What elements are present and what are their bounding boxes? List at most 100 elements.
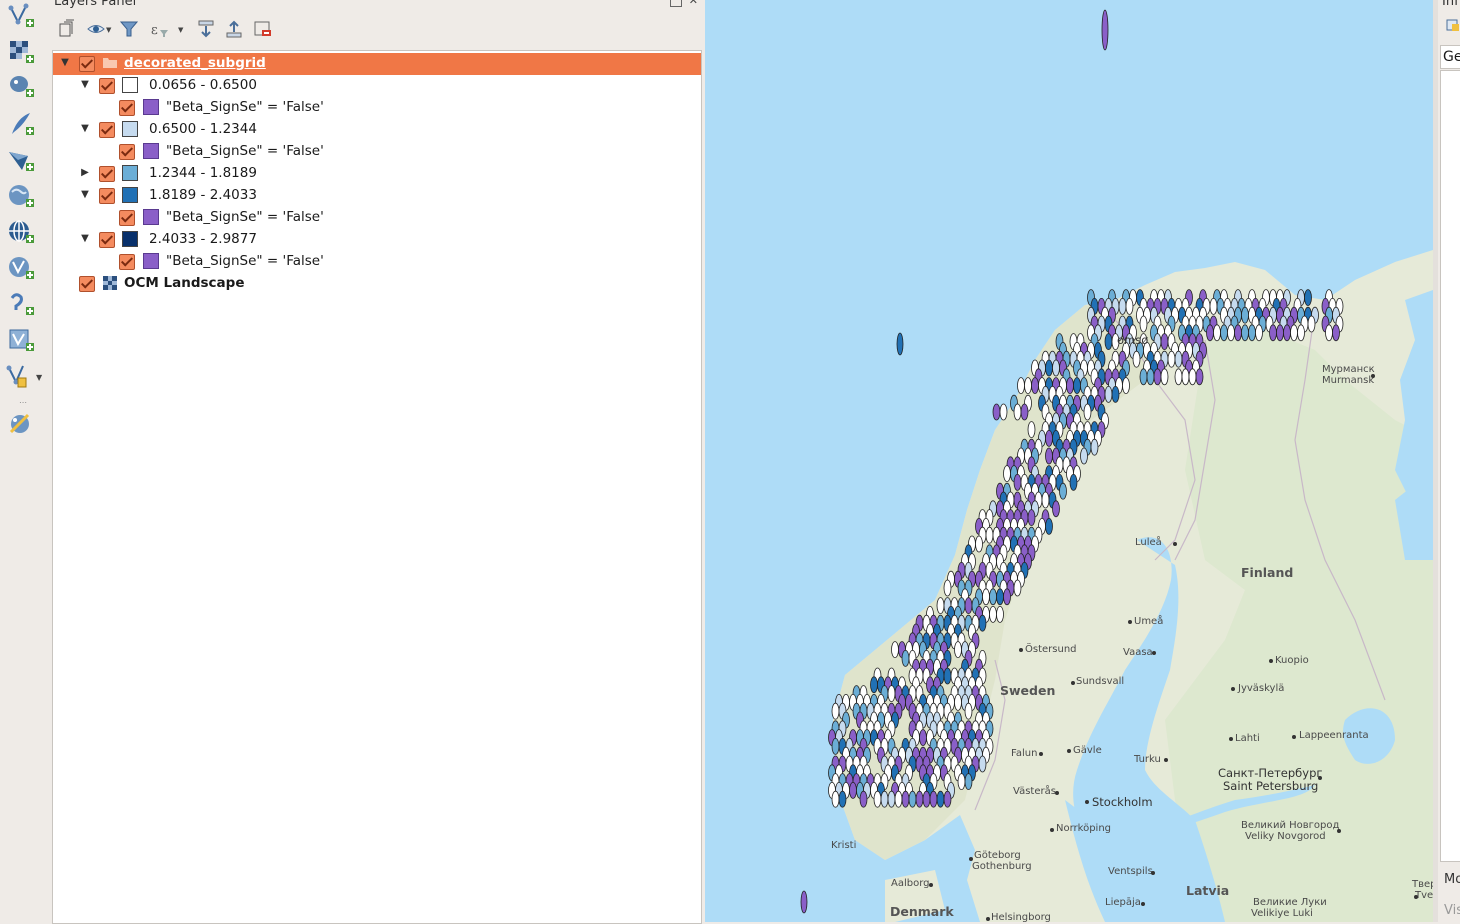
grid-cell (1209, 297, 1218, 315)
add-wfs-layer-icon[interactable] (6, 254, 36, 282)
class-range-label: 2.4033 - 2.9877 (149, 231, 257, 247)
layer-group-icon (103, 58, 117, 68)
grid-cell (982, 588, 990, 606)
city-dot (1128, 620, 1132, 624)
rule-label: "Beta_SignSe" = 'False' (166, 253, 324, 269)
rule-visibility-checkbox[interactable] (119, 210, 135, 226)
rule-row[interactable]: "Beta_SignSe" = 'False' (53, 141, 701, 163)
identify-view-label: Vis (1444, 903, 1460, 918)
remove-layer-icon[interactable] (252, 18, 274, 40)
basemap-layer-row[interactable]: OCM Landscape (53, 273, 701, 295)
grid-cell (1241, 306, 1249, 324)
grid-cell (1125, 297, 1134, 315)
grid-cell (1003, 465, 1011, 483)
grid-cell (1283, 324, 1291, 342)
map-canvas[interactable]: omsø Мурманск Murmansk Luleå Finland Ume… (705, 0, 1433, 922)
chevron-down-icon[interactable]: ▼ (178, 26, 183, 34)
place-label: Vaasa (1123, 647, 1153, 658)
identify-toolbar-icon[interactable] (1446, 18, 1460, 32)
grid-cell (1031, 377, 1039, 395)
new-vector-layer-icon[interactable] (6, 2, 36, 30)
rule-visibility-checkbox[interactable] (119, 144, 135, 160)
expand-arrow-icon[interactable]: ▶ (79, 167, 91, 179)
grid-cell (1332, 324, 1340, 342)
add-wcs-layer-icon[interactable] (6, 218, 36, 246)
city-dot (929, 883, 933, 887)
add-delimited-text-layer-icon[interactable] (6, 290, 36, 318)
float-panel-icon[interactable] (670, 0, 682, 7)
class-row[interactable]: ▼ 0.0656 - 0.6500 (53, 75, 701, 97)
class-row[interactable]: ▼ 2.4033 - 2.9877 (53, 229, 701, 251)
grid-cell (999, 403, 1008, 421)
add-spatialite-layer-icon[interactable] (6, 110, 36, 138)
grid-cell (1290, 324, 1298, 342)
rule-row[interactable]: "Beta_SignSe" = 'False' (53, 251, 701, 273)
add-virtual-layer-icon[interactable] (6, 326, 36, 354)
add-wms-layer-icon[interactable] (6, 182, 36, 210)
grid-cell (1248, 324, 1256, 342)
collapse-arrow-icon[interactable]: ▼ (79, 233, 91, 245)
class-range-label: 0.6500 - 1.2344 (149, 121, 257, 137)
add-postgis-layer-icon[interactable] (6, 72, 36, 100)
add-raster-layer-icon[interactable] (6, 38, 36, 66)
layer-tree: ▼ decorated_subgrid ▼ 0.0656 - 0.6500 "B… (52, 50, 702, 924)
place-label: Veliky Novgorod (1245, 831, 1326, 842)
grid-cell (1080, 447, 1088, 465)
class-visibility-checkbox[interactable] (99, 122, 115, 138)
rule-visibility-checkbox[interactable] (119, 100, 135, 116)
grid-cell (957, 773, 966, 790)
raster-layer-icon (103, 276, 117, 290)
georeferencer-icon[interactable] (6, 410, 36, 438)
class-visibility-checkbox[interactable] (99, 166, 115, 182)
grid-cell (992, 403, 1001, 421)
toolbar-separator: ⋯ (19, 398, 27, 407)
expand-all-icon[interactable] (196, 18, 218, 40)
identify-tab[interactable]: Ge (1440, 45, 1460, 69)
rule-visibility-checkbox[interactable] (119, 254, 135, 270)
place-label: Falun (1011, 748, 1038, 759)
rule-row[interactable]: "Beta_SignSe" = 'False' (53, 97, 701, 119)
grid-cell (1045, 447, 1053, 465)
collapse-arrow-icon[interactable]: ▼ (79, 79, 91, 91)
place-label: Turku (1134, 754, 1161, 765)
collapse-arrow-icon[interactable]: ▼ (79, 189, 91, 201)
grid-cell (1045, 429, 1053, 447)
city-dot (1164, 758, 1168, 762)
place-label: Ventspils (1108, 866, 1153, 877)
class-row[interactable]: ▼ 0.6500 - 1.2344 (53, 119, 701, 141)
class-visibility-checkbox[interactable] (99, 78, 115, 94)
visibility-eye-icon[interactable] (86, 18, 108, 40)
city-dot (1071, 681, 1075, 685)
class-range-label: 1.8189 - 2.4033 (149, 187, 257, 203)
rule-row[interactable]: "Beta_SignSe" = 'False' (53, 207, 701, 229)
layer-visibility-checkbox[interactable] (79, 56, 95, 72)
layer-group-row[interactable]: ▼ decorated_subgrid (53, 53, 701, 75)
city-dot (1229, 737, 1233, 741)
city-dot (1019, 648, 1023, 652)
class-color-swatch (122, 121, 138, 137)
grid-cell (1052, 359, 1060, 377)
chevron-down-icon[interactable]: ▼ (36, 373, 44, 382)
grid-cell (1073, 377, 1081, 395)
grid-cell (1153, 368, 1162, 386)
collapse-arrow-icon[interactable]: ▼ (79, 123, 91, 135)
add-mssql-layer-icon[interactable] (6, 146, 36, 174)
filter-icon[interactable] (118, 18, 140, 40)
grid-cell (1220, 324, 1228, 342)
class-visibility-checkbox[interactable] (99, 188, 115, 204)
rule-label: "Beta_SignSe" = 'False' (166, 99, 324, 115)
filter-expression-icon[interactable]: ε (148, 18, 170, 40)
grid-cell (1052, 500, 1060, 518)
chevron-down-icon[interactable]: ▼ (106, 26, 111, 34)
grid-cell (964, 702, 973, 720)
close-icon[interactable]: ✕ (689, 0, 698, 7)
layer-visibility-checkbox[interactable] (79, 276, 95, 292)
class-visibility-checkbox[interactable] (99, 232, 115, 248)
collapse-arrow-icon[interactable]: ▼ (59, 57, 71, 69)
class-row[interactable]: ▼ 1.8189 - 2.4033 (53, 185, 701, 207)
open-layer-styling-icon[interactable] (56, 18, 78, 40)
new-temporary-layer-icon[interactable] (6, 362, 36, 390)
collapse-all-icon[interactable] (224, 18, 246, 40)
class-row[interactable]: ▶ 1.2344 - 1.8189 (53, 163, 701, 185)
place-label: Gothenburg (972, 861, 1032, 872)
